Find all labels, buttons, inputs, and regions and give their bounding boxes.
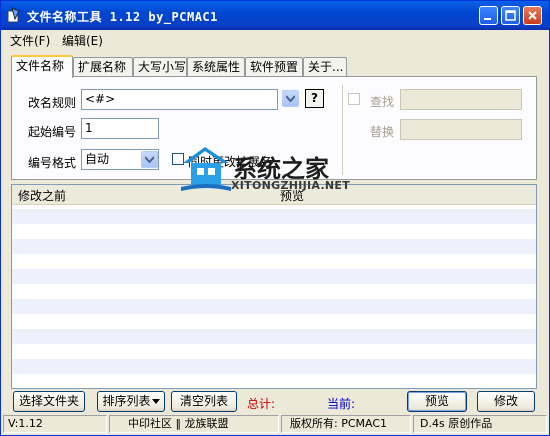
status-bar: V:1.12 中印社区 ‖ 龙族联盟 版权所有: PCMAC1 D.4s 原创作…	[1, 413, 549, 435]
minimize-button[interactable]	[479, 6, 498, 25]
preview-button[interactable]: 预览	[407, 391, 467, 412]
tab-presets[interactable]: 软件预置	[245, 57, 303, 76]
tab-extension[interactable]: 扩展名称	[73, 57, 133, 76]
title-bar[interactable]: 文件名称工具 1.12 by_PCMAC1	[1, 1, 549, 30]
number-format-label: 编号格式	[28, 156, 77, 170]
list-row	[12, 329, 536, 344]
sort-list-label: 排序列表	[102, 394, 151, 408]
close-icon	[528, 11, 537, 20]
status-copyright: 版权所有: PCMAC1	[281, 415, 411, 433]
app-window: 文件名称工具 1.12 by_PCMAC1 文件(F) 编辑(E) 文件名称 扩…	[0, 0, 550, 436]
tab-about[interactable]: 关于...	[303, 57, 347, 76]
status-community: 中印社区 ‖ 龙族联盟	[109, 415, 279, 433]
minimize-icon	[484, 18, 491, 20]
tab-attributes[interactable]: 系统属性	[187, 57, 245, 76]
replace-input[interactable]	[400, 119, 522, 140]
find-input[interactable]	[400, 89, 522, 110]
menu-edit[interactable]: 编辑(E)	[62, 32, 103, 49]
list-row	[12, 269, 536, 284]
list-row	[12, 359, 536, 374]
list-row	[12, 239, 536, 254]
app-icon	[7, 7, 20, 23]
status-credit: D.4s 原创作品	[413, 415, 547, 433]
modify-button[interactable]: 修改	[477, 391, 535, 412]
rename-rule-dropdown-button[interactable]	[282, 90, 299, 107]
start-number-label: 起始编号	[28, 125, 77, 139]
chevron-down-icon	[286, 95, 295, 102]
maximize-icon	[505, 10, 516, 21]
help-button[interactable]: ?	[305, 89, 324, 108]
menu-bar: 文件(F) 编辑(E)	[1, 30, 549, 49]
caret-down-icon	[151, 399, 160, 404]
current-label: 当前:	[327, 397, 356, 411]
file-list[interactable]: 修改之前 预览	[11, 184, 537, 389]
total-label: 总计:	[247, 397, 276, 411]
sort-list-button[interactable]: 排序列表	[97, 391, 165, 412]
chevron-down-icon	[145, 156, 154, 163]
clear-list-button[interactable]: 清空列表	[171, 391, 237, 412]
close-button[interactable]	[523, 6, 542, 25]
watermark-logo: 系统之家 XITONGZHIJIA.NET	[181, 141, 381, 211]
replace-label: 替换	[370, 125, 395, 139]
menu-file[interactable]: 文件(F)	[10, 32, 50, 49]
list-row	[12, 209, 536, 224]
watermark-subtitle: XITONGZHIJIA.NET	[231, 179, 351, 192]
start-number-input[interactable]: 1	[81, 118, 159, 139]
status-version: V:1.12	[3, 415, 107, 433]
find-checkbox[interactable]	[348, 93, 360, 105]
column-header-before[interactable]: 修改之前	[18, 187, 66, 204]
number-format-dropdown-button[interactable]	[141, 151, 158, 168]
find-label: 查找	[370, 95, 395, 109]
rename-rule-input[interactable]: <#>	[81, 89, 278, 110]
tab-case[interactable]: 大写小写	[133, 57, 187, 76]
select-folder-button[interactable]: 选择文件夹	[13, 391, 85, 412]
tab-file-name[interactable]: 文件名称	[11, 55, 73, 78]
list-row	[12, 299, 536, 314]
rename-rule-label: 改名规则	[28, 96, 77, 110]
maximize-button[interactable]	[501, 6, 520, 25]
window-title: 文件名称工具 1.12 by_PCMAC1	[27, 10, 218, 24]
house-logo-icon	[181, 147, 231, 191]
